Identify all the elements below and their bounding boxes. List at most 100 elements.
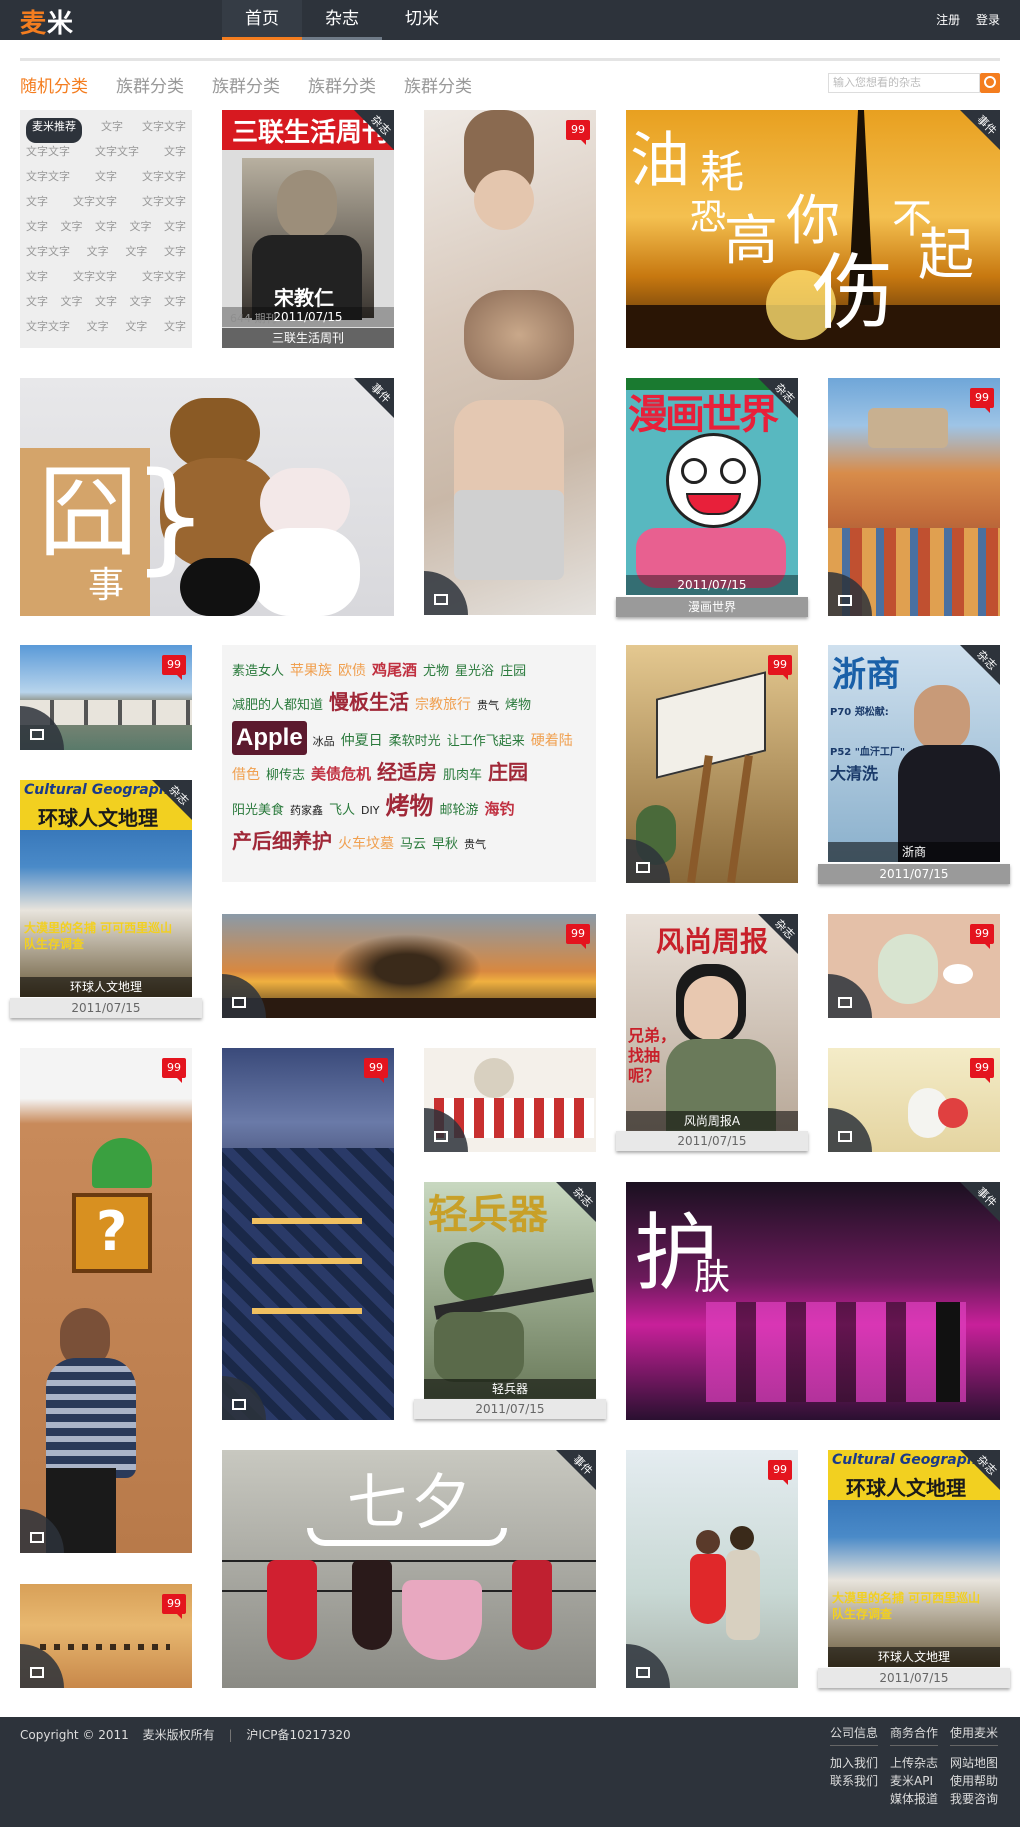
cloud-tag[interactable]: 柔软时光 bbox=[389, 727, 441, 757]
tag-link[interactable]: 文字 bbox=[26, 268, 48, 293]
tag-link[interactable]: 文字 bbox=[87, 318, 109, 343]
tag-link[interactable]: 文字文字 bbox=[142, 268, 186, 293]
tag-link[interactable]: 文字 bbox=[61, 218, 83, 243]
tag-link[interactable]: 文字 bbox=[164, 243, 186, 268]
tag-link[interactable]: 文字 bbox=[95, 293, 117, 318]
cloud-tag[interactable]: 早秋 bbox=[432, 830, 458, 860]
tab-group-category[interactable]: 族群分类 bbox=[212, 72, 280, 97]
event-tile-qixi[interactable]: 七夕 事件 bbox=[222, 1450, 596, 1688]
tag-link[interactable]: 文字 bbox=[26, 218, 48, 243]
tab-random-category[interactable]: 随机分类 bbox=[20, 72, 88, 97]
tag-link[interactable]: 文字文字 bbox=[142, 118, 186, 143]
cloud-tag[interactable]: 鸡尾酒 bbox=[372, 655, 417, 685]
cloud-tag[interactable]: 邮轮游 bbox=[439, 796, 478, 826]
tag-link[interactable]: 文字 bbox=[101, 118, 123, 143]
tag-link[interactable]: 文字文字 bbox=[95, 143, 139, 168]
tag-link[interactable]: 文字 bbox=[164, 143, 186, 168]
cloud-tag[interactable]: 庄园 bbox=[488, 757, 528, 787]
tag-link[interactable]: 文字 bbox=[26, 193, 48, 218]
magazine-tile-zheshang[interactable]: 浙商 P70 郑松献: P52 "血汗工厂" 大清洗 浙商 杂志 bbox=[828, 645, 1000, 862]
icp-text[interactable]: 沪ICP备10217320 bbox=[246, 1728, 350, 1742]
tab-group-category[interactable]: 族群分类 bbox=[404, 72, 472, 97]
nav-qiemi[interactable]: 切米 bbox=[382, 0, 462, 40]
footer-link-join[interactable]: 加入我们 bbox=[830, 1754, 878, 1771]
photo-tile-woman[interactable]: 99 bbox=[424, 110, 596, 615]
cloud-tag[interactable]: 柳传志 bbox=[266, 761, 305, 791]
footer-heading-company[interactable]: 公司信息 bbox=[830, 1724, 879, 1746]
magazine-tile-qingbingqi[interactable]: 轻兵器 轻兵器 杂志 bbox=[424, 1182, 596, 1399]
cloud-tag[interactable]: 借色 bbox=[232, 760, 260, 790]
photo-tile-couple[interactable]: 99 bbox=[626, 1450, 798, 1688]
footer-link-upload[interactable]: 上传杂志 bbox=[890, 1754, 938, 1771]
footer-link-help[interactable]: 使用帮助 bbox=[950, 1772, 998, 1789]
tab-group-category[interactable]: 族群分类 bbox=[308, 72, 376, 97]
magazine-tile-huanqiu[interactable]: Cultural Geography 环球人文地理 大漠里的名捕 可可西里巡山队… bbox=[20, 780, 192, 997]
cloud-tag[interactable]: 硬着陆 bbox=[531, 726, 573, 756]
magazine-tile-huanqiu-2[interactable]: Cultural Geography 环球人文地理 大漠里的名捕 可可西里巡山队… bbox=[828, 1450, 1000, 1667]
tag-link[interactable]: 文字文字 bbox=[73, 193, 117, 218]
cloud-tag[interactable]: 烤物 bbox=[505, 691, 531, 721]
photo-tile-village[interactable]: 99 bbox=[20, 645, 192, 750]
cloud-tag[interactable]: 药家鑫 bbox=[290, 796, 323, 826]
nav-magazine[interactable]: 杂志 bbox=[302, 0, 382, 40]
tag-link[interactable]: 文字 bbox=[130, 218, 152, 243]
tag-link[interactable]: 文字 bbox=[125, 243, 147, 268]
photo-tile-town[interactable]: 99 bbox=[828, 378, 1000, 616]
tag-link[interactable]: 文字 bbox=[164, 218, 186, 243]
cloud-tag[interactable]: 尤物 bbox=[423, 657, 449, 687]
tag-link[interactable]: 文字 bbox=[130, 293, 152, 318]
recommend-badge[interactable]: 麦米推荐 bbox=[26, 118, 82, 143]
cloud-tag[interactable]: 星光浴 bbox=[455, 657, 494, 687]
tag-link[interactable]: 文字 bbox=[95, 218, 117, 243]
cloud-tag[interactable]: 苹果族 bbox=[290, 656, 332, 686]
cloud-tag[interactable]: 美债危机 bbox=[311, 759, 371, 789]
photo-tile-piano[interactable]: 99 bbox=[626, 645, 798, 883]
cloud-tag[interactable]: 肌肉车 bbox=[443, 761, 482, 791]
footer-link-contact[interactable]: 联系我们 bbox=[830, 1772, 878, 1789]
cloud-tag[interactable]: 素造女人 bbox=[232, 657, 284, 687]
cloud-tag[interactable]: 仲夏日 bbox=[341, 726, 383, 756]
cloud-tag[interactable]: 庄园 bbox=[500, 657, 526, 687]
cloud-tag[interactable]: DIY bbox=[361, 796, 379, 826]
cloud-tag[interactable]: 让工作飞起来 bbox=[447, 727, 525, 757]
tag-link[interactable]: 文字 bbox=[95, 168, 117, 193]
tag-link[interactable]: 文字文字 bbox=[26, 143, 70, 168]
search-input[interactable]: 输入您想看的杂志 bbox=[828, 73, 980, 93]
footer-link-sitemap[interactable]: 网站地图 bbox=[950, 1754, 998, 1771]
nav-home[interactable]: 首页 bbox=[222, 0, 302, 40]
event-tile-hufu[interactable]: 护 肤 事件 bbox=[626, 1182, 1000, 1420]
cloud-tag[interactable]: 冰品 bbox=[313, 727, 335, 757]
tag-link[interactable]: 文字 bbox=[164, 318, 186, 343]
cloud-tag[interactable]: 火车坟墓 bbox=[338, 829, 394, 859]
cloud-tag[interactable]: 经适房 bbox=[377, 757, 437, 787]
photo-tile-bunny-flowers[interactable]: 99 bbox=[828, 1048, 1000, 1152]
cloud-tag[interactable]: 飞人 bbox=[329, 796, 355, 826]
cloud-tag[interactable]: 产后细养护 bbox=[232, 826, 332, 856]
photo-tile-mushroom-wall[interactable]: ? 99 bbox=[20, 1048, 192, 1553]
event-tile-oil[interactable]: 油 耗 恐 高 你 伤 不 起 事件 bbox=[626, 110, 1000, 348]
photo-tile-sunset-tree[interactable]: 99 bbox=[222, 914, 596, 1018]
site-logo[interactable]: 麦米 bbox=[20, 3, 74, 40]
footer-heading-use[interactable]: 使用麦米 bbox=[950, 1724, 999, 1746]
footer-heading-business[interactable]: 商务合作 bbox=[890, 1724, 939, 1746]
photo-tile-paris-night[interactable]: 99 bbox=[222, 1048, 394, 1420]
tag-link[interactable]: 文字 bbox=[125, 318, 147, 343]
photo-tile-cartoon-table[interactable] bbox=[424, 1048, 596, 1152]
footer-link-consult[interactable]: 我要咨询 bbox=[950, 1790, 998, 1807]
cloud-tag[interactable]: Apple bbox=[232, 721, 307, 755]
tag-link[interactable]: 文字文字 bbox=[73, 268, 117, 293]
magazine-tile-sanlian[interactable]: 三联生活周刊 宋教仁 644 期刊 2011/07/15 三联生活周刊 杂志 bbox=[222, 110, 394, 348]
tag-link[interactable]: 文字文字 bbox=[26, 318, 70, 343]
cloud-tag[interactable]: 宗教旅行 bbox=[415, 690, 471, 720]
tag-link[interactable]: 文字文字 bbox=[26, 168, 70, 193]
tag-link[interactable]: 文字文字 bbox=[26, 243, 70, 268]
tag-link[interactable]: 文字 bbox=[26, 293, 48, 318]
register-link[interactable]: 注册 bbox=[936, 13, 960, 27]
footer-link-media[interactable]: 媒体报道 bbox=[890, 1790, 938, 1807]
photo-tile-rabbit[interactable]: 99 bbox=[828, 914, 1000, 1018]
footer-link-api[interactable]: 麦米API bbox=[890, 1772, 933, 1789]
magazine-tile-manhua[interactable]: 漫画世界 2011/07/15 杂志 bbox=[626, 378, 798, 595]
cloud-tag[interactable]: 阳光美食 bbox=[232, 796, 284, 826]
cloud-tag[interactable]: 烤物 bbox=[385, 791, 433, 821]
magazine-tile-fengshang[interactable]: 风尚周报 兄弟，找抽呢？ 风尚周报A 杂志 bbox=[626, 914, 798, 1131]
